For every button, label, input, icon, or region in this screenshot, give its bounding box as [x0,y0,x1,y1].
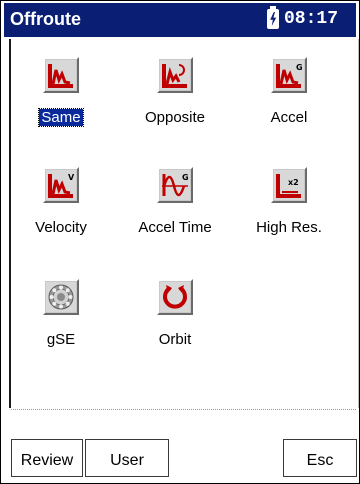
svg-text:V: V [68,173,75,182]
spectrum-opposite-icon [157,57,193,93]
spectrum-accel-icon: G [271,57,307,93]
clock: 08:17 [284,9,339,29]
app-orbit[interactable]: Orbit [129,279,221,359]
app-label: Same [38,108,84,127]
app-label: High Res. [256,219,322,236]
app-label: Opposite [144,109,206,126]
review-button[interactable]: Review [11,439,83,477]
divider [11,409,356,410]
app-label: Orbit [158,331,192,348]
app-label: Velocity [35,219,87,236]
svg-text:x2: x2 [288,178,299,187]
app-label: Accel Time [138,219,212,236]
high-resolution-icon: x2 [271,167,307,203]
battery-charging-icon [267,6,279,29]
waveform-time-icon: G [157,167,193,203]
svg-text:G: G [182,173,189,182]
spectrum-velocity-icon: V [43,167,79,203]
app-same[interactable]: Same [15,57,107,137]
app-accel[interactable]: G Accel [243,57,335,137]
spectrum-chart-icon [43,57,79,93]
app-opposite[interactable]: Opposite [129,57,221,137]
bearing-icon [43,279,79,315]
orbit-icon [157,279,193,315]
app-label: gSE [46,331,76,348]
app-velocity[interactable]: V Velocity [15,167,107,247]
app-gse[interactable]: gSE [15,279,107,359]
device-screen: Offroute 08:17 Same Opposite G Accel V V… [0,0,360,484]
title-bar: Offroute 08:17 [4,3,356,37]
app-accel-time[interactable]: G Accel Time [129,167,221,247]
user-button[interactable]: User [85,439,169,477]
svg-text:G: G [296,63,303,72]
app-label: Accel [270,109,308,126]
app-high-res[interactable]: x2 High Res. [243,167,335,247]
esc-button[interactable]: Esc [283,439,357,477]
window-title: Offroute [10,9,81,29]
